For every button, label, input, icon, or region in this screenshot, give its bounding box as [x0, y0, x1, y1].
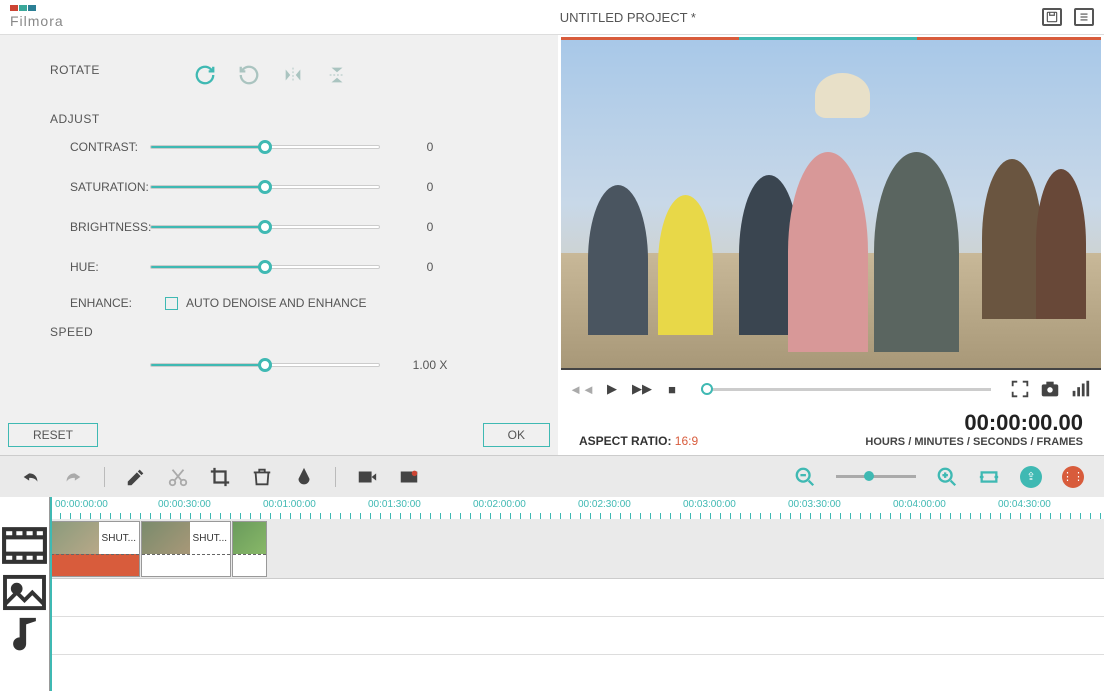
timecode-display: 00:00:00.00 [865, 410, 1083, 436]
adjust-label: ADJUST [50, 112, 538, 126]
aspect-ratio-value: 16:9 [675, 434, 698, 448]
redo-icon[interactable] [62, 466, 84, 488]
clip-label: SHUT... [99, 532, 139, 545]
ruler-mark: 00:04:30:00 [998, 499, 1051, 510]
fullscreen-icon[interactable] [1009, 378, 1031, 400]
timeline-toolbar: ⇪ ⋮⋮ [0, 455, 1104, 497]
saturation-label: SATURATION: [70, 180, 150, 194]
timecode-legend: HOURS / MINUTES / SECONDS / FRAMES [865, 436, 1083, 448]
zoom-out-icon[interactable] [794, 466, 816, 488]
flip-horizontal-icon[interactable] [282, 64, 304, 86]
saturation-slider[interactable] [150, 185, 380, 189]
contrast-slider[interactable] [150, 145, 380, 149]
zoom-in-icon[interactable] [936, 466, 958, 488]
aspect-ratio-label: ASPECT RATIO: [579, 434, 671, 448]
ruler-mark: 00:00:30:00 [158, 499, 211, 510]
volume-icon[interactable] [1069, 378, 1091, 400]
audio-track[interactable] [50, 617, 1104, 655]
edit-panel: ROTATE ADJUST CONTRAST: 0 SATURATION: 0 … [0, 35, 558, 455]
next-frame-icon[interactable]: ▶▶ [631, 378, 653, 400]
speed-slider[interactable] [150, 363, 380, 367]
playhead[interactable] [50, 497, 52, 691]
color-icon[interactable] [293, 466, 315, 488]
preview-panel: ◄◄ ▶ ▶▶ ■ ASPECT RATIO: 16:9 00:00:00.00… [558, 35, 1104, 455]
brightness-slider[interactable] [150, 225, 380, 229]
hue-value: 0 [400, 260, 460, 274]
save-icon[interactable] [1042, 8, 1062, 26]
brightness-value: 0 [400, 220, 460, 234]
audio-track-icon[interactable] [0, 613, 49, 653]
stop-icon[interactable]: ■ [661, 378, 683, 400]
timeline-clip[interactable]: SHUT... [50, 521, 140, 577]
delete-icon[interactable] [251, 466, 273, 488]
ruler-mark: 00:01:30:00 [368, 499, 421, 510]
brightness-label: BRIGHTNESS: [70, 220, 150, 234]
image-track-icon[interactable] [0, 573, 49, 613]
ruler-mark: 00:03:00:00 [683, 499, 736, 510]
menu-icon[interactable] [1074, 8, 1094, 26]
record-icon[interactable] [398, 466, 420, 488]
saturation-value: 0 [400, 180, 460, 194]
settings-button[interactable]: ⋮⋮ [1062, 466, 1084, 488]
contrast-value: 0 [400, 140, 460, 154]
speed-value: 1.00 X [400, 358, 460, 372]
clip-label: SHUT... [190, 532, 230, 545]
ok-button[interactable]: OK [483, 423, 550, 447]
reset-button[interactable]: RESET [8, 423, 98, 447]
hue-slider[interactable] [150, 265, 380, 269]
video-track-icon[interactable] [0, 519, 49, 573]
ruler-mark: 00:03:30:00 [788, 499, 841, 510]
playback-scrubber[interactable] [701, 388, 991, 391]
rotate-cw-icon[interactable] [194, 64, 216, 86]
video-track[interactable]: SHUT... SHUT... [50, 519, 1104, 579]
video-preview[interactable] [561, 40, 1101, 370]
timeline: 00:00:00:00 00:00:30:00 00:01:00:00 00:0… [0, 497, 1104, 691]
enhance-checkbox-label: AUTO DENOISE AND ENHANCE [186, 296, 366, 310]
ruler-mark: 00:02:00:00 [473, 499, 526, 510]
rotate-ccw-icon[interactable] [238, 64, 260, 86]
prev-frame-icon[interactable]: ◄◄ [571, 378, 593, 400]
ruler-mark: 00:01:00:00 [263, 499, 316, 510]
timeline-ruler[interactable]: 00:00:00:00 00:00:30:00 00:01:00:00 00:0… [50, 497, 1104, 519]
speed-label: SPEED [50, 325, 538, 339]
hue-label: HUE: [70, 260, 150, 274]
contrast-label: CONTRAST: [70, 140, 150, 154]
fit-icon[interactable] [978, 466, 1000, 488]
ruler-mark: 00:02:30:00 [578, 499, 631, 510]
edit-icon[interactable] [125, 466, 147, 488]
logo: Filmora [10, 5, 64, 29]
logo-text: Filmora [10, 13, 64, 29]
share-button[interactable]: ⇪ [1020, 466, 1042, 488]
enhance-checkbox[interactable] [165, 297, 178, 310]
undo-icon[interactable] [20, 466, 42, 488]
project-title: UNTITLED PROJECT * [64, 10, 1042, 25]
ruler-mark: 00:04:00:00 [893, 499, 946, 510]
flip-vertical-icon[interactable] [326, 64, 348, 86]
image-track[interactable] [50, 579, 1104, 617]
enhance-label: ENHANCE: [70, 296, 150, 310]
rotate-label: ROTATE [50, 63, 100, 77]
timeline-clip[interactable] [232, 521, 267, 577]
play-icon[interactable]: ▶ [601, 378, 623, 400]
crop-icon[interactable] [209, 466, 231, 488]
zoom-slider[interactable] [836, 475, 916, 478]
cut-icon[interactable] [167, 466, 189, 488]
ruler-mark: 00:00:00:00 [55, 499, 108, 510]
app-header: Filmora UNTITLED PROJECT * [0, 0, 1104, 35]
timeline-clip[interactable]: SHUT... [141, 521, 231, 577]
snapshot-icon[interactable] [1039, 378, 1061, 400]
export-icon[interactable] [356, 466, 378, 488]
